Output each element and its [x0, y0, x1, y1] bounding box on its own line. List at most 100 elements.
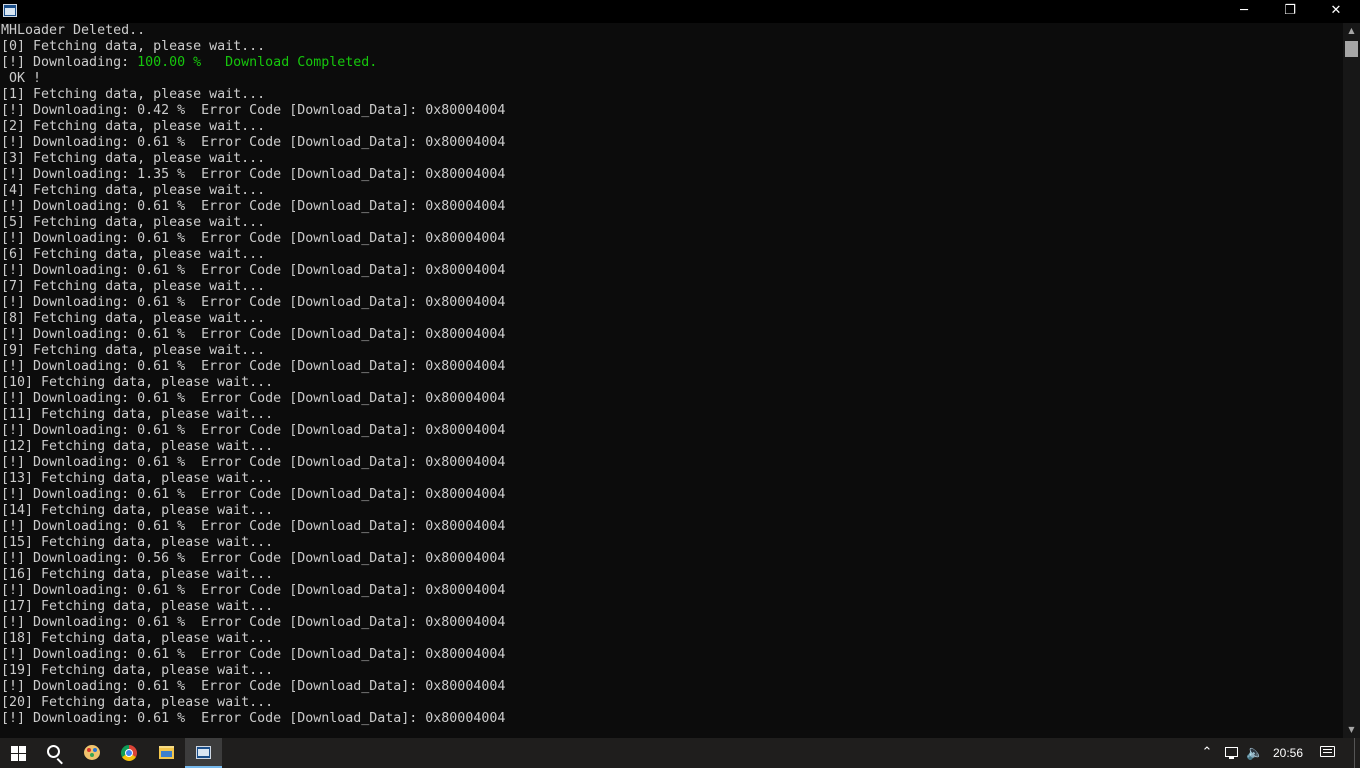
console-line: [2] Fetching data, please wait... [1, 119, 265, 135]
console-line: [4] Fetching data, please wait... [1, 183, 265, 199]
console-line: [19] Fetching data, please wait... [1, 663, 273, 679]
console-window-icon [196, 746, 211, 759]
console-output[interactable]: MHLoader Deleted.. [0] Fetching data, ple… [0, 23, 1343, 738]
console-line: [3] Fetching data, please wait... [1, 151, 265, 167]
console-line: [!] Downloading: 0.61 % Error Code [Down… [1, 615, 505, 631]
taskbar: ⌃ 🔈 20:56 [0, 738, 1360, 768]
console-text: [2] Fetching data, please wait... [1, 119, 266, 134]
console-line: OK ! [1, 71, 41, 87]
console-text: [16] Fetching data, please wait... [1, 567, 274, 582]
console-line: [!] Downloading: 0.61 % Error Code [Down… [1, 135, 505, 151]
console-line: [!] Downloading: 0.61 % Error Code [Down… [1, 423, 505, 439]
console-text: [3] Fetching data, please wait... [1, 151, 266, 166]
taskbar-chrome[interactable] [110, 738, 147, 768]
taskbar-console-active[interactable] [185, 738, 222, 768]
console-line: [!] Downloading: 0.42 % Error Code [Down… [1, 103, 505, 119]
scroll-thumb[interactable] [1345, 41, 1358, 57]
show-hidden-icons-chevron-icon[interactable]: ⌃ [1198, 738, 1216, 768]
console-text: [0] Fetching data, please wait... [1, 39, 266, 54]
console-text: [!] Downloading: 0.61 % Error Code [Down… [1, 391, 506, 406]
console-line: [16] Fetching data, please wait... [1, 567, 273, 583]
scroll-down-button[interactable]: ▼ [1343, 722, 1360, 738]
console-line: [7] Fetching data, please wait... [1, 279, 265, 295]
console-text: [!] Downloading: 0.61 % Error Code [Down… [1, 455, 506, 470]
console-line: [!] Downloading: 0.61 % Error Code [Down… [1, 359, 505, 375]
taskbar-clock[interactable]: 20:56 [1268, 738, 1308, 768]
console-text: [!] Downloading: 0.61 % Error Code [Down… [1, 231, 506, 246]
console-text: MHLoader Deleted.. [1, 23, 146, 38]
console-text: [11] Fetching data, please wait... [1, 407, 274, 422]
vertical-scrollbar[interactable]: ▲ ▼ [1343, 23, 1360, 738]
console-text: [!] Downloading: 0.61 % Error Code [Down… [1, 615, 506, 630]
show-desktop-button[interactable] [1354, 738, 1360, 768]
network-icon[interactable] [1222, 738, 1240, 768]
console-line: [!] Downloading: 0.61 % Error Code [Down… [1, 231, 505, 247]
console-text: [!] Downloading: 0.61 % Error Code [Down… [1, 487, 506, 502]
console-text: [4] Fetching data, please wait... [1, 183, 266, 198]
console-line: [18] Fetching data, please wait... [1, 631, 273, 647]
console-text: [5] Fetching data, please wait... [1, 215, 266, 230]
console-text: [13] Fetching data, please wait... [1, 471, 274, 486]
paint-app-icon [84, 745, 100, 760]
windows-start-icon [11, 746, 26, 761]
volume-icon[interactable]: 🔈 [1245, 738, 1265, 768]
scroll-up-button[interactable]: ▲ [1343, 23, 1360, 39]
console-text: [14] Fetching data, please wait... [1, 503, 274, 518]
console-line: [!] Downloading: 0.61 % Error Code [Down… [1, 519, 505, 535]
console-text: [!] Downloading: 0.61 % Error Code [Down… [1, 295, 506, 310]
console-text: [20] Fetching data, please wait... [1, 695, 274, 710]
console-line: [8] Fetching data, please wait... [1, 311, 265, 327]
close-button[interactable]: ✕ [1313, 0, 1359, 23]
console-line: [!] Downloading: 0.61 % Error Code [Down… [1, 263, 505, 279]
console-line: [!] Downloading: 0.61 % Error Code [Down… [1, 391, 505, 407]
console-text-success: 100.00 % Download Completed. [137, 55, 378, 70]
console-line: [!] Downloading: 0.61 % Error Code [Down… [1, 487, 505, 503]
console-line: [10] Fetching data, please wait... [1, 375, 273, 391]
taskbar-search-button[interactable] [36, 738, 73, 768]
console-text: [!] Downloading: [1, 55, 138, 70]
console-text: [15] Fetching data, please wait... [1, 535, 274, 550]
console-line: [0] Fetching data, please wait... [1, 39, 265, 55]
file-explorer-icon [159, 746, 174, 759]
title-bar[interactable]: ─ ❐ ✕ [0, 0, 1360, 23]
console-text: [!] Downloading: 0.42 % Error Code [Down… [1, 103, 506, 118]
console-text: [!] Downloading: 0.61 % Error Code [Down… [1, 423, 506, 438]
console-line: [!] Downloading: 0.56 % Error Code [Down… [1, 551, 505, 567]
console-text: [12] Fetching data, please wait... [1, 439, 274, 454]
console-text: [9] Fetching data, please wait... [1, 343, 266, 358]
console-line: [!] Downloading: 1.35 % Error Code [Down… [1, 167, 505, 183]
chrome-icon [121, 745, 137, 761]
console-text: [!] Downloading: 0.61 % Error Code [Down… [1, 135, 506, 150]
console-line: [!] Downloading: 0.61 % Error Code [Down… [1, 455, 505, 471]
console-text: [!] Downloading: 0.61 % Error Code [Down… [1, 519, 506, 534]
console-line: [!] Downloading: 100.00 % Download Compl… [1, 55, 377, 71]
console-line: [12] Fetching data, please wait... [1, 439, 273, 455]
console-text: [17] Fetching data, please wait... [1, 599, 274, 614]
console-line: [9] Fetching data, please wait... [1, 343, 265, 359]
console-text: [19] Fetching data, please wait... [1, 663, 274, 678]
console-line: MHLoader Deleted.. [1, 23, 145, 39]
console-line: [1] Fetching data, please wait... [1, 87, 265, 103]
start-button[interactable] [0, 738, 36, 768]
console-text: [7] Fetching data, please wait... [1, 279, 266, 294]
console-text: [10] Fetching data, please wait... [1, 375, 274, 390]
console-line: [!] Downloading: 0.61 % Error Code [Down… [1, 711, 505, 727]
console-text: [!] Downloading: 0.61 % Error Code [Down… [1, 583, 506, 598]
console-text: [!] Downloading: 0.61 % Error Code [Down… [1, 327, 506, 342]
console-text: [!] Downloading: 1.35 % Error Code [Down… [1, 167, 506, 182]
console-window-icon [3, 4, 17, 17]
console-line: [!] Downloading: 0.61 % Error Code [Down… [1, 583, 505, 599]
console-line: [!] Downloading: 0.61 % Error Code [Down… [1, 295, 505, 311]
taskbar-file-explorer[interactable] [148, 738, 185, 768]
minimize-button[interactable]: ─ [1221, 0, 1267, 23]
taskbar-paint-app[interactable] [73, 738, 110, 768]
console-line: [!] Downloading: 0.61 % Error Code [Down… [1, 327, 505, 343]
console-line: [!] Downloading: 0.61 % Error Code [Down… [1, 647, 505, 663]
console-text: [!] Downloading: 0.61 % Error Code [Down… [1, 359, 506, 374]
console-line: [13] Fetching data, please wait... [1, 471, 273, 487]
console-text: [!] Downloading: 0.61 % Error Code [Down… [1, 679, 506, 694]
maximize-button[interactable]: ❐ [1267, 0, 1313, 23]
console-line: [20] Fetching data, please wait... [1, 695, 273, 711]
action-center-icon[interactable] [1316, 738, 1340, 768]
console-text: [!] Downloading: 0.61 % Error Code [Down… [1, 199, 506, 214]
